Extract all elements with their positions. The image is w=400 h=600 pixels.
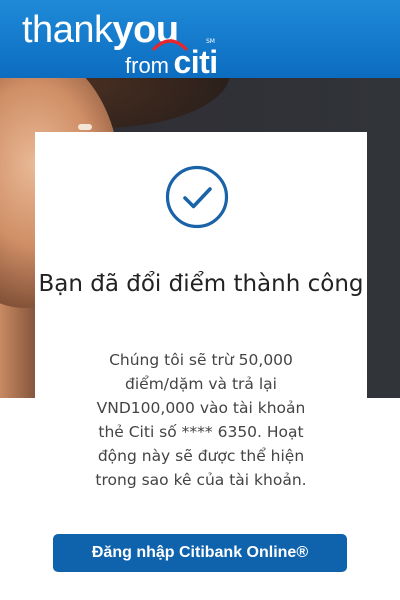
logo-thank-text: thank bbox=[22, 9, 113, 51]
success-card: Bạn đã đổi điểm thành công Chúng tôi sẽ … bbox=[35, 132, 367, 600]
logo-service-mark: SM bbox=[206, 38, 215, 45]
success-description: Chúng tôi sẽ trừ 50,000 điểm/dặm và trả … bbox=[95, 351, 307, 489]
hero-highlight bbox=[78, 124, 92, 130]
success-title: Bạn đã đổi điểm thành công bbox=[38, 271, 364, 297]
check-circle-icon bbox=[165, 165, 229, 229]
app-header: thankyou from citi SM bbox=[0, 0, 400, 80]
citi-arc-icon bbox=[152, 39, 188, 51]
logo-from-text: from bbox=[125, 53, 169, 78]
citibank-online-login-button[interactable]: Đăng nhập Citibank Online® bbox=[53, 534, 347, 572]
